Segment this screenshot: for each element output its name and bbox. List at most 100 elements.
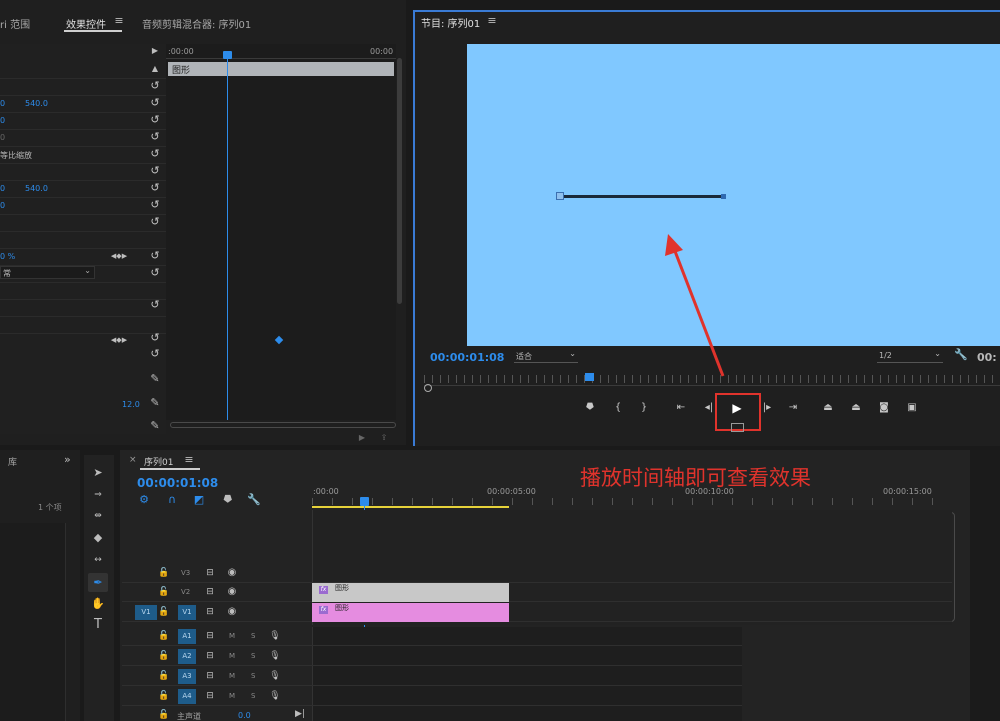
track-target-a3[interactable]: A3 — [178, 669, 196, 684]
insert-icon[interactable]: ◩ — [192, 493, 206, 507]
lock-icon[interactable]: 🔓 — [158, 708, 170, 721]
reset-icon[interactable]: ↺ — [149, 267, 161, 279]
add-marker-icon[interactable]: ⯂ — [220, 493, 234, 507]
monitor-zoom-handle[interactable] — [424, 384, 432, 392]
wrench-icon[interactable]: 🔧 — [954, 348, 968, 362]
reset-icon[interactable]: ↺ — [149, 165, 161, 177]
hamburger-icon[interactable]: ≡ — [183, 453, 195, 467]
lock-icon[interactable]: 🔓 — [158, 629, 170, 643]
tab-effect-controls[interactable]: 效果控件 — [66, 16, 106, 31]
work-area-bar[interactable] — [312, 506, 509, 508]
compare-view-icon[interactable]: ▣ — [904, 401, 920, 415]
track-target-a4[interactable]: A4 — [178, 689, 196, 704]
razor-tool-icon[interactable]: ◆ — [91, 531, 105, 545]
reset-icon[interactable]: ↺ — [149, 80, 161, 92]
reset-icon[interactable]: ↺ — [149, 182, 161, 194]
position-x-value[interactable]: 0 — [0, 99, 5, 108]
ruler-ticks[interactable] — [312, 498, 940, 505]
mute-button[interactable]: M — [229, 692, 235, 700]
ec-horizontal-scrollbar[interactable] — [170, 422, 396, 428]
solo-button[interactable]: S — [251, 672, 255, 680]
ec-vertical-scrollbar[interactable] — [397, 58, 402, 304]
solo-button[interactable]: S — [251, 632, 255, 640]
program-timecode[interactable]: 00:00:01:08 — [430, 351, 504, 364]
reset-icon[interactable]: ↺ — [149, 131, 161, 143]
sync-lock-icon[interactable]: ⊟ — [204, 649, 216, 663]
step-forward-icon[interactable]: |▸ — [760, 401, 774, 415]
master-value[interactable]: 0.0 — [238, 711, 251, 720]
microphone-icon[interactable]: 🎙 — [269, 669, 281, 683]
eyedropper-icon[interactable]: ✎ — [149, 372, 161, 386]
lock-icon[interactable]: 🔓 — [158, 585, 170, 599]
sync-lock-icon[interactable]: ⊟ — [204, 585, 216, 599]
project-item-area[interactable] — [0, 523, 66, 721]
play-clip-icon[interactable]: ▶ — [149, 44, 161, 58]
mark-in-icon[interactable]: { — [612, 401, 624, 415]
opacity-value[interactable]: 0 % — [0, 252, 15, 261]
add-marker-icon[interactable]: ⯂ — [583, 401, 595, 415]
keyframe-nav-icon[interactable]: ◀◆▶ — [105, 333, 133, 347]
multicam-icon[interactable] — [731, 423, 744, 432]
source-patch-v1[interactable]: V1 — [135, 605, 157, 620]
monitor-zoom-bar[interactable] — [424, 385, 1000, 391]
rotation-value[interactable]: 0 — [0, 201, 5, 210]
uniform-scale-label[interactable]: 等比缩放 — [0, 150, 32, 161]
microphone-icon[interactable]: 🎙 — [269, 629, 281, 643]
reset-icon[interactable]: ↺ — [149, 97, 161, 109]
position-y-value[interactable]: 540.0 — [25, 99, 48, 108]
scale-value[interactable]: 0 — [0, 116, 5, 125]
timeline-tab[interactable]: 序列01 — [144, 455, 173, 468]
track-target-a1[interactable]: A1 — [178, 629, 196, 644]
pen-tool-icon[interactable]: ✒ — [91, 576, 105, 590]
ripple-edit-tool-icon[interactable]: ⇹ — [91, 509, 105, 523]
lift-icon[interactable]: ⏏ — [820, 401, 836, 415]
reset-icon[interactable]: ↺ — [149, 114, 161, 126]
scale-width-value[interactable]: 0 — [0, 133, 5, 142]
close-icon[interactable]: × — [129, 455, 137, 465]
bottom-value[interactable]: 12.0 — [122, 400, 140, 409]
line-handle-right[interactable] — [721, 194, 726, 199]
ec-clip-bar[interactable]: 图形 — [168, 62, 394, 76]
solo-button[interactable]: S — [251, 692, 255, 700]
mute-button[interactable]: M — [229, 672, 235, 680]
play-button[interactable]: ▶ — [730, 401, 744, 415]
clip-graphic-v2[interactable]: fx 图形 — [312, 583, 509, 602]
clip-graphic-v1[interactable]: fx 图形 — [312, 603, 509, 622]
mute-button[interactable]: M — [229, 632, 235, 640]
eyedropper-icon[interactable]: ✎ — [149, 396, 161, 410]
reset-icon[interactable]: ↺ — [149, 332, 161, 344]
tab-audio-clip-mixer[interactable]: 音频剪辑混合器: 序列01 — [142, 16, 251, 31]
extract-icon[interactable]: ⏏ — [848, 401, 864, 415]
sync-lock-icon[interactable]: ⊟ — [204, 689, 216, 703]
lock-icon[interactable]: 🔓 — [158, 566, 170, 580]
fit-dropdown[interactable]: 适合 ⌄ — [514, 349, 578, 363]
go-to-end-icon[interactable]: ▶| — [294, 707, 306, 721]
reset-icon[interactable]: ↺ — [149, 250, 161, 262]
filter-icon[interactable]: ▶ — [356, 431, 368, 445]
reset-icon[interactable]: ↺ — [149, 216, 161, 228]
microphone-icon[interactable]: 🎙 — [269, 689, 281, 703]
reset-icon[interactable]: ↺ — [149, 299, 161, 311]
slip-tool-icon[interactable]: ↔ — [91, 553, 105, 567]
keyframe-nav-icon[interactable]: ◀◆▶ — [105, 249, 133, 263]
timeline-timecode[interactable]: 00:00:01:08 — [137, 476, 218, 490]
wrench-icon[interactable]: 🔧 — [247, 493, 261, 507]
tab-library[interactable]: 库 — [8, 455, 17, 468]
microphone-icon[interactable]: 🎙 — [269, 649, 281, 663]
line-handle-left[interactable] — [556, 192, 564, 200]
anchor-x-value[interactable]: 0 — [0, 184, 5, 193]
mark-out-icon[interactable]: } — [638, 401, 650, 415]
export-icon[interactable]: ⇪ — [378, 431, 390, 445]
step-back-icon[interactable]: ◂| — [702, 401, 716, 415]
track-target-a2[interactable]: A2 — [178, 649, 196, 664]
program-monitor-title[interactable]: 节目: 序列01 — [421, 15, 480, 30]
sync-lock-icon[interactable]: ⊟ — [204, 629, 216, 643]
lock-icon[interactable]: 🔓 — [158, 669, 170, 683]
eye-icon[interactable]: ◉ — [226, 605, 238, 619]
reset-icon[interactable]: ↺ — [149, 199, 161, 211]
eye-icon[interactable]: ◉ — [226, 566, 238, 580]
quality-dropdown[interactable]: 1/2 ⌄ — [877, 349, 943, 363]
tab-scopes[interactable]: ri 范围 — [0, 16, 30, 31]
sync-lock-icon[interactable]: ⊟ — [204, 669, 216, 683]
lock-icon[interactable]: 🔓 — [158, 649, 170, 663]
